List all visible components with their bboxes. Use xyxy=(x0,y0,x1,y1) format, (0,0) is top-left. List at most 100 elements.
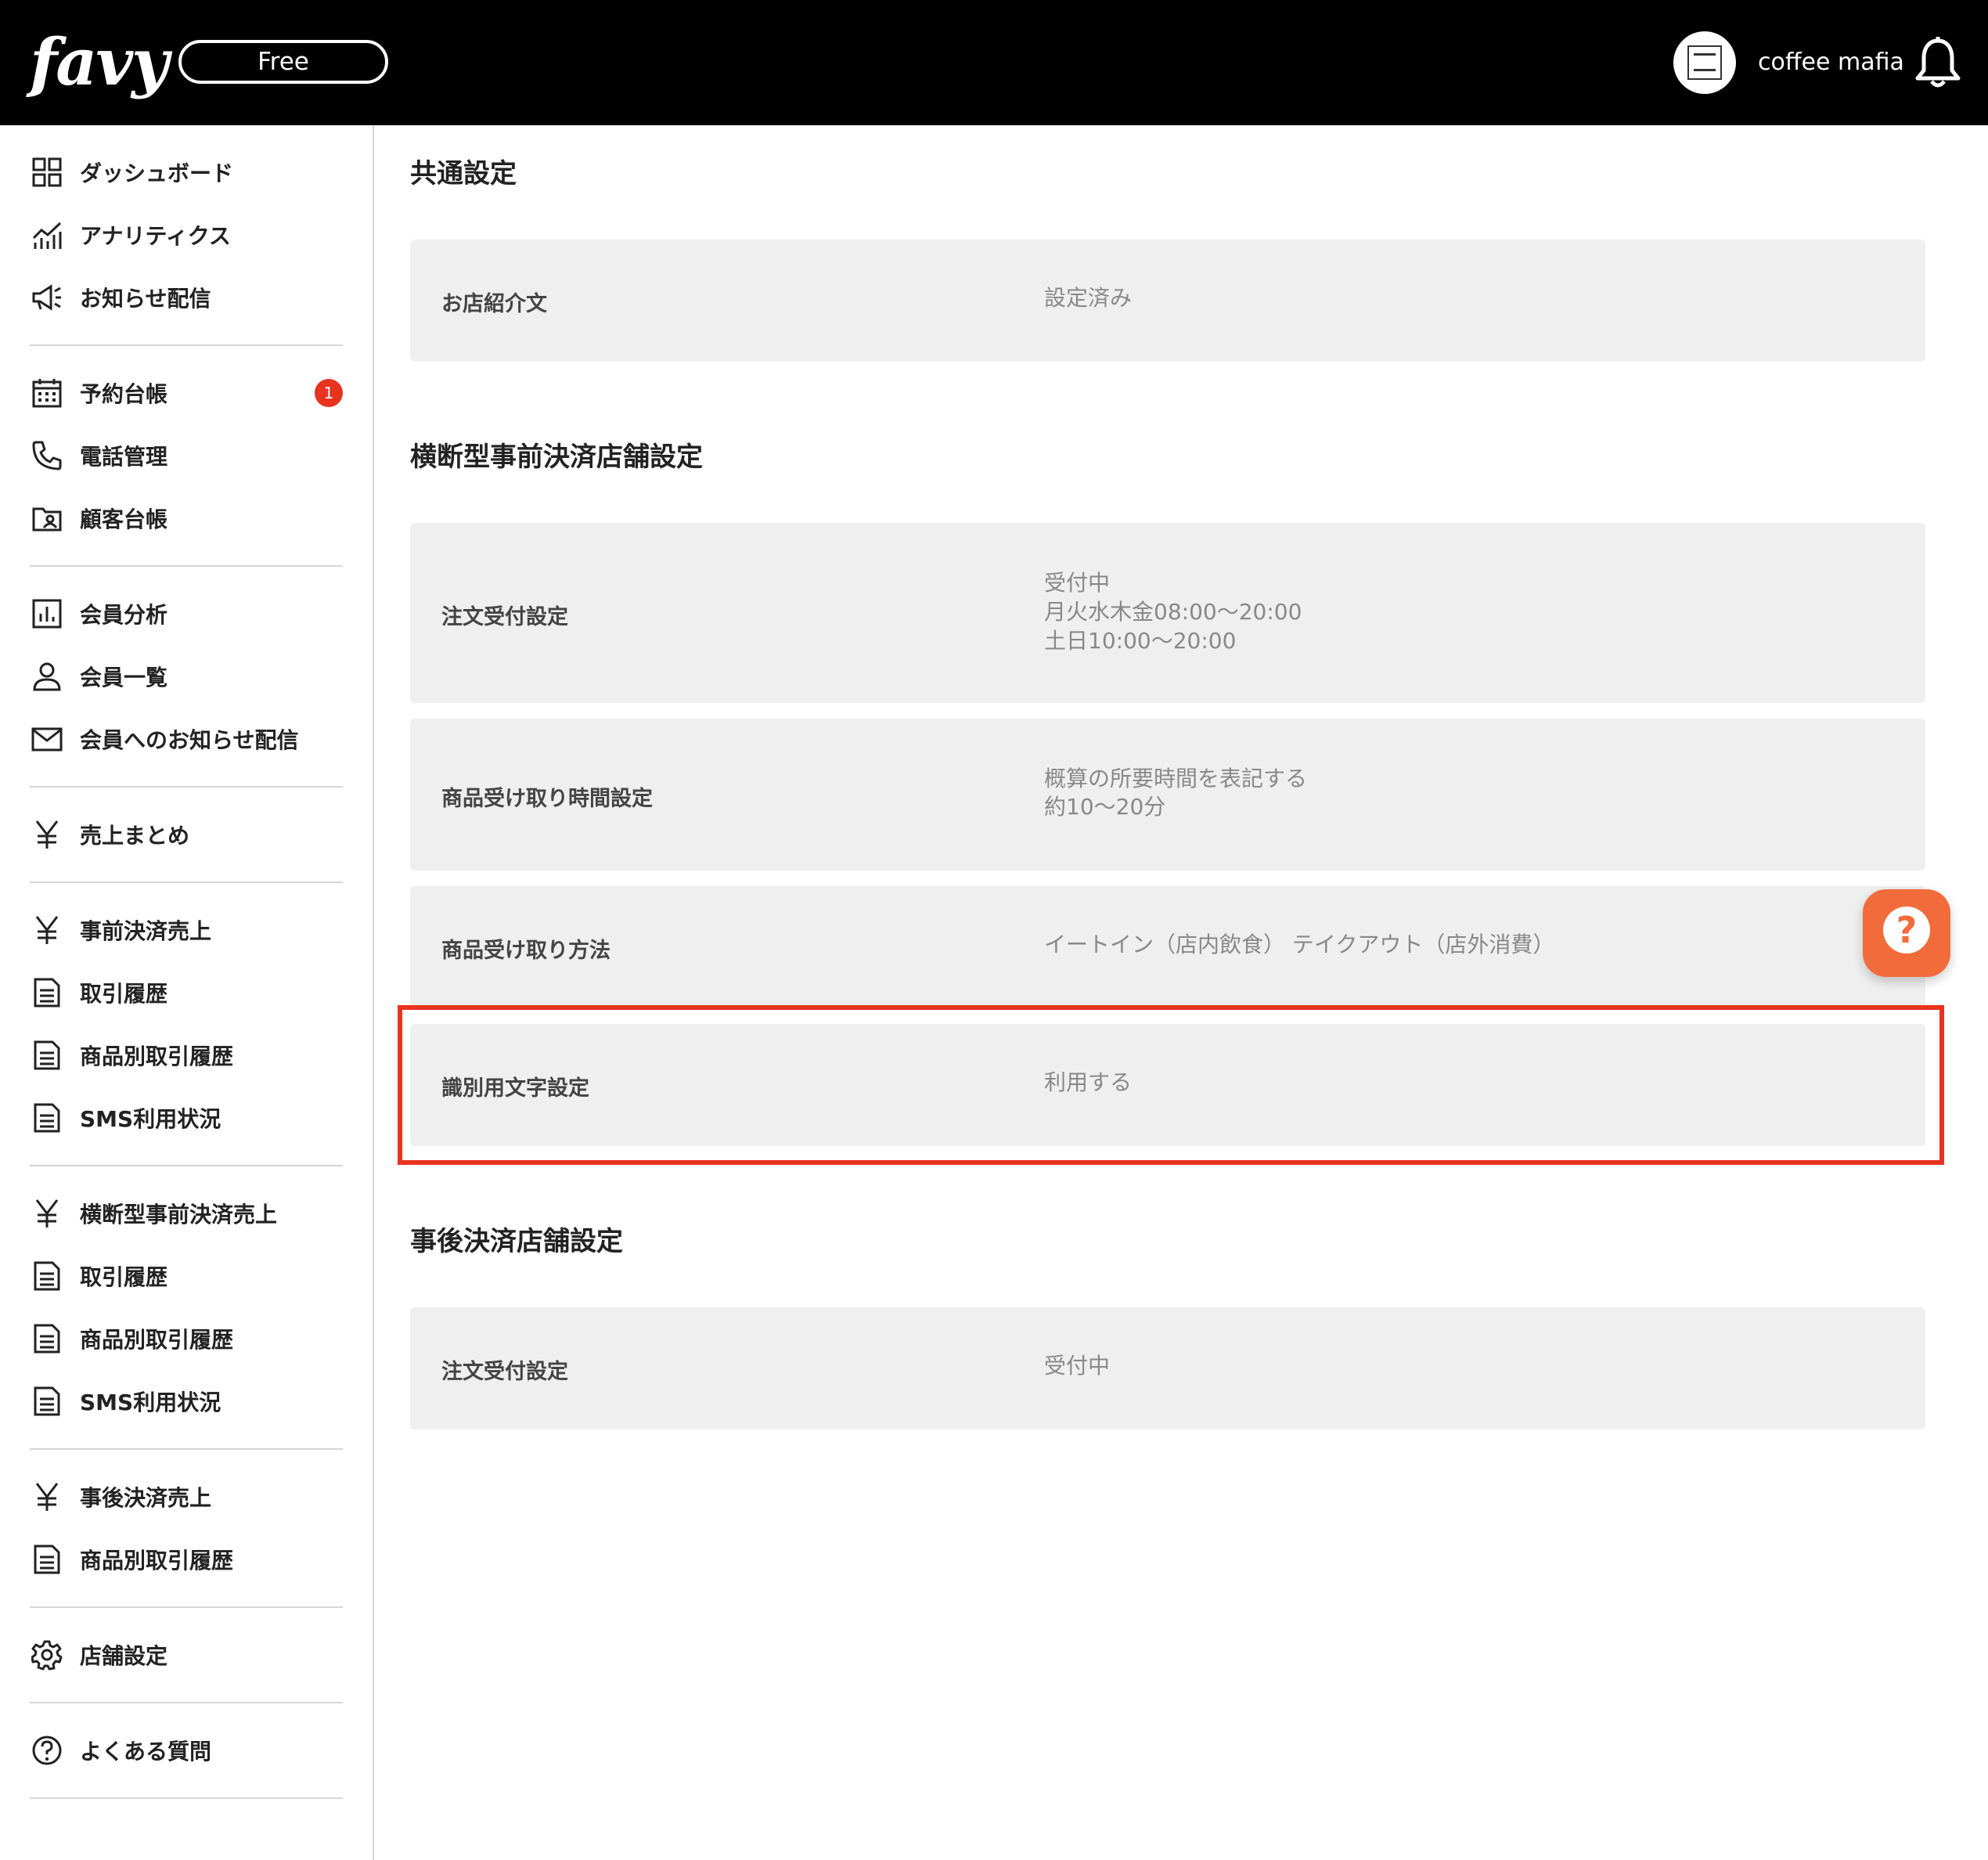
document-icon xyxy=(30,1321,64,1356)
sidebar-divider xyxy=(30,786,343,788)
yen-icon xyxy=(30,817,64,852)
bell-icon[interactable] xyxy=(1913,36,1963,91)
sidebar-item-label: 商品別取引履歴 xyxy=(80,1548,234,1573)
sidebar-item-label: 取引履歴 xyxy=(80,981,168,1007)
row-value: 受付中 xyxy=(1044,1353,1111,1379)
document-icon xyxy=(30,1542,64,1577)
sidebar-item-phone[interactable]: 電話管理 xyxy=(30,432,343,479)
document-icon xyxy=(30,1384,64,1418)
sidebar-item-label: 横断型事前決済売上 xyxy=(80,1202,278,1227)
phone-icon xyxy=(30,438,64,473)
sidebar-item-label: 商品別取引履歴 xyxy=(80,1044,234,1069)
sidebar-item-label: 予約台帳 xyxy=(80,381,168,407)
sidebar-divider xyxy=(30,344,343,346)
sidebar-item-transaction-history[interactable]: 取引履歴 xyxy=(30,969,343,1016)
sidebar-divider xyxy=(30,1702,343,1703)
question-bubble-icon: ? xyxy=(1883,907,1930,953)
person-icon xyxy=(30,659,64,694)
sidebar-item-label: SMS利用状況 xyxy=(80,1106,221,1132)
sidebar-divider xyxy=(30,565,343,567)
sidebar-item-label: 会員一覧 xyxy=(80,665,168,690)
settings-row-order-acceptance[interactable]: 注文受付設定 受付中 月火水木金08:00〜20:00 土日10:00〜20:0… xyxy=(410,523,1925,703)
top-header: favy Free coffee mafia xyxy=(0,0,1988,125)
sidebar-divider xyxy=(30,1606,343,1608)
yen-icon xyxy=(30,913,64,947)
question-circle-icon xyxy=(30,1733,64,1768)
sidebar-item-label: SMS利用状況 xyxy=(80,1390,221,1415)
sidebar-item-postpaid-product-transaction-history[interactable]: 商品別取引履歴 xyxy=(30,1536,343,1583)
sidebar-item-member-analysis[interactable]: 会員分析 xyxy=(30,590,343,637)
row-value-duration: 約10〜20分 xyxy=(1044,794,1166,820)
sidebar-item-label: 会員分析 xyxy=(80,602,168,628)
document-icon xyxy=(30,975,64,1010)
sidebar: ダッシュボード アナリティクス お知らせ配信 予約台帳 1 電話管理 顧客台帳 xyxy=(0,125,374,1860)
row-value-weekday-hours: 月火水木金08:00〜20:00 xyxy=(1044,599,1302,625)
favy-logo[interactable]: favy xyxy=(30,23,169,102)
row-label: お店紹介文 xyxy=(441,292,547,316)
sidebar-item-cross-sms-usage[interactable]: SMS利用状況 xyxy=(30,1378,343,1425)
sidebar-item-store-settings[interactable]: 店舗設定 xyxy=(30,1631,343,1678)
calendar-icon xyxy=(30,376,64,410)
sidebar-item-dashboard[interactable]: ダッシュボード xyxy=(30,149,343,196)
sidebar-divider xyxy=(30,1448,343,1450)
sidebar-item-label: 顧客台帳 xyxy=(80,506,168,532)
sidebar-item-label: 売上まとめ xyxy=(80,823,190,849)
sidebar-item-postpaid-sales[interactable]: 事後決済売上 xyxy=(30,1473,343,1520)
sidebar-item-label: お知らせ配信 xyxy=(80,286,211,312)
row-value-weekend-hours: 土日10:00〜20:00 xyxy=(1044,628,1237,654)
settings-row-postpaid-order-acceptance[interactable]: 注文受付設定 受付中 xyxy=(410,1307,1925,1429)
document-icon xyxy=(30,1259,64,1293)
avatar[interactable] xyxy=(1673,31,1736,94)
sidebar-item-product-transaction-history[interactable]: 商品別取引履歴 xyxy=(30,1032,343,1079)
gear-icon xyxy=(30,1638,64,1672)
document-icon xyxy=(30,1038,64,1072)
sidebar-item-faq[interactable]: よくある質問 xyxy=(30,1727,343,1774)
settings-row-pickup-method[interactable]: 商品受け取り方法 イートイン（店内飲食） テイクアウト（店外消費） xyxy=(410,886,1925,1008)
sidebar-item-reservations[interactable]: 予約台帳 1 xyxy=(30,369,343,416)
row-label: 注文受付設定 xyxy=(441,605,568,629)
notification-count-badge: 1 xyxy=(315,379,343,407)
sidebar-item-label: 取引履歴 xyxy=(80,1264,168,1290)
document-icon xyxy=(30,1101,64,1135)
settings-row-shop-intro[interactable]: お店紹介文 設定済み xyxy=(410,240,1925,362)
settings-row-pickup-time[interactable]: 商品受け取り時間設定 概算の所要時間を表記する 約10〜20分 xyxy=(410,719,1925,871)
help-chat-button[interactable]: ? xyxy=(1863,889,1950,977)
bar-chart-icon xyxy=(30,597,64,631)
sidebar-divider xyxy=(30,881,343,883)
sidebar-item-prepaid-sales[interactable]: 事前決済売上 xyxy=(30,907,343,953)
highlight-box xyxy=(398,1005,1944,1165)
section-title-common: 共通設定 xyxy=(410,158,517,189)
sidebar-item-label: アナリティクス xyxy=(80,223,231,249)
sidebar-item-notifications[interactable]: お知らせ配信 xyxy=(30,274,343,321)
mail-icon xyxy=(30,722,64,756)
sidebar-item-cross-product-transaction-history[interactable]: 商品別取引履歴 xyxy=(30,1315,343,1362)
user-name[interactable]: coffee mafia xyxy=(1758,44,1904,81)
sidebar-item-cross-prepaid-sales[interactable]: 横断型事前決済売上 xyxy=(30,1190,343,1237)
row-value-status: 受付中 xyxy=(1044,570,1111,596)
row-label: 商品受け取り方法 xyxy=(441,939,610,963)
sidebar-item-sms-usage[interactable]: SMS利用状況 xyxy=(30,1094,343,1141)
sidebar-item-label: 事前決済売上 xyxy=(80,918,212,944)
sidebar-item-label: 会員へのお知らせ配信 xyxy=(80,727,299,753)
store-logo-icon xyxy=(1687,45,1722,80)
row-label: 注文受付設定 xyxy=(441,1360,568,1384)
row-value: 設定済み xyxy=(1044,285,1133,311)
sidebar-item-sales-summary[interactable]: 売上まとめ xyxy=(30,811,343,858)
yen-icon xyxy=(30,1480,64,1514)
row-label: 商品受け取り時間設定 xyxy=(441,787,653,811)
sidebar-divider xyxy=(30,1165,343,1166)
sidebar-item-member-notifications[interactable]: 会員へのお知らせ配信 xyxy=(30,716,343,762)
sidebar-item-label: 電話管理 xyxy=(80,444,168,470)
yen-icon xyxy=(30,1196,64,1231)
sidebar-item-label: 事後決済売上 xyxy=(80,1485,212,1511)
section-title-postpaid: 事後決済店舗設定 xyxy=(410,1226,623,1257)
sidebar-item-analytics[interactable]: アナリティクス xyxy=(30,211,343,258)
sidebar-item-member-list[interactable]: 会員一覧 xyxy=(30,653,343,700)
row-value: イートイン（店内飲食） テイクアウト（店外消費） xyxy=(1044,932,1555,957)
sidebar-item-cross-transaction-history[interactable]: 取引履歴 xyxy=(30,1253,343,1299)
sidebar-item-label: 商品別取引履歴 xyxy=(80,1327,234,1353)
sidebar-item-label: よくある質問 xyxy=(80,1739,212,1764)
sidebar-divider xyxy=(30,1797,343,1799)
sidebar-item-customers[interactable]: 顧客台帳 xyxy=(30,495,343,542)
megaphone-icon xyxy=(30,280,64,315)
